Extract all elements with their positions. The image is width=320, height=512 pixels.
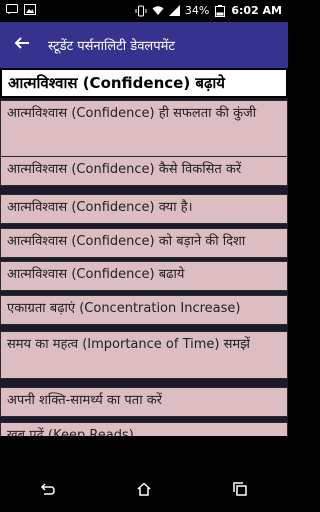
- list-item[interactable]: आत्मविश्वास (Confidence) कैसे विकसित करे…: [0, 156, 288, 186]
- list-item[interactable]: आत्मविश्वास (Confidence) क्या है।: [0, 194, 288, 224]
- back-icon: [40, 481, 56, 501]
- signal-icon: [168, 5, 180, 16]
- list-item[interactable]: समय का महत्व (Importance of Time) समझें: [0, 331, 288, 379]
- list-item[interactable]: एकाग्रता बढ़ाएं (Concentration Increase): [0, 295, 288, 325]
- list-item[interactable]: आत्मविश्वास (Confidence) को बड़ाने की दि…: [0, 228, 288, 258]
- navigation-bar: [0, 470, 288, 512]
- photo-icon: [24, 4, 36, 15]
- battery-percent: 34%: [184, 4, 210, 17]
- wifi-icon: [152, 5, 164, 16]
- list-item[interactable]: खूब पढ़ें (Keep Reads): [0, 422, 288, 436]
- home-icon: [136, 481, 152, 501]
- nav-home-button[interactable]: [124, 476, 164, 506]
- nav-recents-button[interactable]: [220, 476, 260, 506]
- status-bar: 34% 6:02 AM: [0, 0, 288, 22]
- list-item[interactable]: आत्मविश्वास (Confidence) ही सफलता की कुं…: [0, 100, 288, 160]
- vibrate-icon: [135, 5, 147, 17]
- topic-list[interactable]: आत्मविश्वास (Confidence) ही सफलता की कुं…: [0, 98, 288, 436]
- arrow-left-icon: [14, 35, 30, 55]
- back-button[interactable]: [4, 22, 40, 68]
- recents-icon: [232, 481, 248, 501]
- list-item[interactable]: आत्मविश्वास (Confidence) बढाये: [0, 261, 288, 291]
- nav-back-button[interactable]: [28, 476, 68, 506]
- message-icon: [6, 4, 18, 15]
- battery-icon: [214, 4, 226, 17]
- app-bar: स्टूडेंट पर्सनालिटी डेवलपमेंट: [0, 22, 288, 68]
- section-heading: आत्मविश्वास (Confidence) बढ़ाये: [0, 68, 288, 98]
- list-item[interactable]: अपनी शक्ति-सामर्थ्य का पता करें: [0, 387, 288, 417]
- app-title: स्टूडेंट पर्सनालिटी डेवलपमेंट: [48, 39, 175, 54]
- clock: 6:02 AM: [231, 4, 282, 17]
